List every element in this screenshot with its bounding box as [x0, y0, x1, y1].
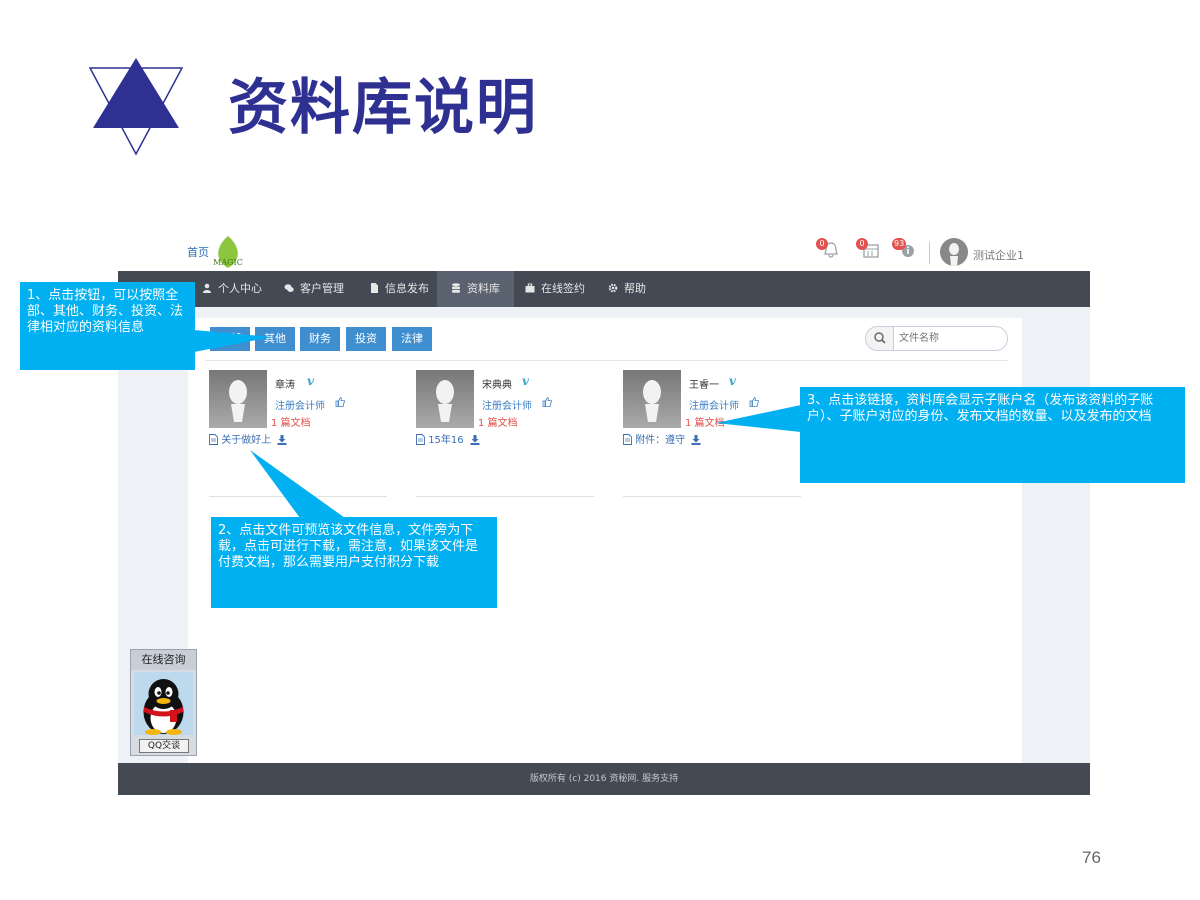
nav-item-personal-center[interactable]: 个人中心 [188, 271, 276, 307]
callout-filter-buttons: 1、点击按钮，可以按照全部、其他、财务、投资、法律相对应的资料信息 [20, 282, 195, 370]
filter-button-finance[interactable]: 财务 [300, 327, 340, 351]
person-silhouette-icon [623, 370, 681, 428]
file-name[interactable]: 关于做好上 [221, 435, 271, 446]
notification-badge: 0 [816, 238, 828, 250]
download-icon[interactable] [470, 435, 480, 445]
thumbs-up-icon[interactable] [335, 397, 345, 407]
nav-item-label: 客户管理 [300, 282, 344, 295]
nav-item-customer-management[interactable]: 客户管理 [270, 271, 358, 307]
verified-v-icon: v [522, 374, 529, 388]
nav-item-label: 帮助 [624, 282, 646, 295]
download-icon[interactable] [277, 435, 287, 445]
home-link[interactable]: 首页 [187, 244, 209, 260]
nav-item-label: 个人中心 [218, 282, 262, 295]
database-icon [452, 283, 460, 293]
file-icon [623, 434, 632, 445]
nav-item-library[interactable]: 资料库 [437, 271, 514, 307]
triangle-logo-icon [88, 58, 184, 156]
file-link[interactable]: 关于做好上 [209, 431, 287, 446]
notification-bell-button[interactable]: 0 [816, 238, 840, 263]
nav-item-label: 在线签约 [541, 282, 585, 295]
account-card: 王睿一 v 注册会计师 1 篇文档 附件：遵守 [623, 370, 803, 497]
card-divider [623, 496, 801, 497]
person-silhouette-icon [416, 370, 474, 428]
calendar-button[interactable]: 0 [856, 238, 880, 263]
site-footer: 版权所有 (c) 2016 资秘网. 服务支持 [118, 763, 1090, 795]
download-icon[interactable] [691, 435, 701, 445]
account-name[interactable]: 章涛 [275, 376, 295, 391]
account-name[interactable]: 宋典典 [482, 376, 512, 391]
verified-v-icon: v [307, 374, 314, 388]
file-icon [416, 434, 425, 445]
thumbs-up-icon[interactable] [749, 397, 759, 407]
chat-icon [284, 284, 294, 292]
file-name[interactable]: 附件：遵守 [635, 435, 685, 446]
gear-icon [608, 283, 618, 293]
nav-item-help[interactable]: 帮助 [594, 271, 660, 307]
file-link[interactable]: 15年16 [416, 431, 480, 446]
document-count[interactable]: 1 篇文档 [478, 414, 518, 429]
calendar-badge: 0 [856, 238, 868, 250]
callout-document-link: 3、点击该链接，资料库会显示子账户名（发布该资料的子账户）、子账户对应的身份、发… [800, 387, 1185, 483]
briefcase-icon [525, 283, 535, 293]
nav-item-info-publish[interactable]: 信息发布 [355, 271, 443, 307]
account-name[interactable]: 王睿一 [689, 376, 719, 391]
logo-text: MAGIC [213, 258, 243, 267]
account-card: 章涛 v 注册会计师 1 篇文档 关于做好上 [209, 370, 389, 497]
qq-consult-widget: 在线咨询 QQ交谈 [130, 649, 197, 756]
filter-button-law[interactable]: 法律 [392, 327, 432, 351]
qq-penguin-icon [134, 672, 193, 735]
user-avatar[interactable] [940, 238, 968, 266]
account-role: 注册会计师 [689, 401, 739, 412]
account-card: 宋典典 v 注册会计师 1 篇文档 15年16 [416, 370, 596, 497]
nav-item-online-contract[interactable]: 在线签约 [511, 271, 599, 307]
info-button[interactable]: 93 [892, 238, 916, 263]
card-divider [209, 496, 387, 497]
user-silhouette-icon [949, 243, 959, 266]
qq-widget-title: 在线咨询 [131, 650, 196, 670]
user-icon [203, 283, 211, 293]
search-input[interactable] [899, 331, 999, 346]
qq-chat-button[interactable]: QQ交谈 [139, 739, 189, 753]
user-name[interactable]: 测试企业1 [973, 247, 1024, 263]
file-name[interactable]: 15年16 [428, 435, 463, 446]
nav-item-label: 资料库 [467, 282, 500, 295]
document-count[interactable]: 1 篇文档 [271, 414, 311, 429]
search-icon [874, 332, 886, 344]
file-icon [209, 434, 218, 445]
info-badge: 93 [892, 238, 907, 250]
person-silhouette-icon [209, 370, 267, 428]
leaf-logo-icon: MAGIC [213, 236, 243, 268]
page-number: 76 [1082, 848, 1101, 867]
filter-button-all[interactable]: 全部 [210, 327, 250, 351]
filter-button-investment[interactable]: 投资 [346, 327, 386, 351]
file-link[interactable]: 附件：遵守 [623, 431, 701, 446]
nav-item-label: 信息发布 [385, 282, 429, 295]
search-button[interactable] [866, 327, 894, 350]
account-role: 注册会计师 [275, 401, 325, 412]
verified-v-icon: v [729, 374, 736, 388]
search-box [865, 326, 1008, 351]
slide-title: 资料库说明 [228, 73, 538, 143]
toolbar-divider [205, 360, 1008, 361]
document-icon [371, 283, 378, 293]
document-count[interactable]: 1 篇文档 [685, 414, 725, 429]
account-role: 注册会计师 [482, 401, 532, 412]
header-divider [929, 242, 930, 264]
callout-file-preview: 2、点击文件可预览该文件信息，文件旁为下载，点击可进行下载，需注意，如果该文件是… [211, 517, 497, 608]
account-avatar[interactable] [623, 370, 681, 428]
card-divider [416, 496, 594, 497]
account-avatar[interactable] [416, 370, 474, 428]
main-navbar: 个人中心 客户管理 信息发布 资料库 在线签约 帮助 [118, 271, 1090, 307]
account-avatar[interactable] [209, 370, 267, 428]
filter-button-other[interactable]: 其他 [255, 327, 295, 351]
thumbs-up-icon[interactable] [542, 397, 552, 407]
